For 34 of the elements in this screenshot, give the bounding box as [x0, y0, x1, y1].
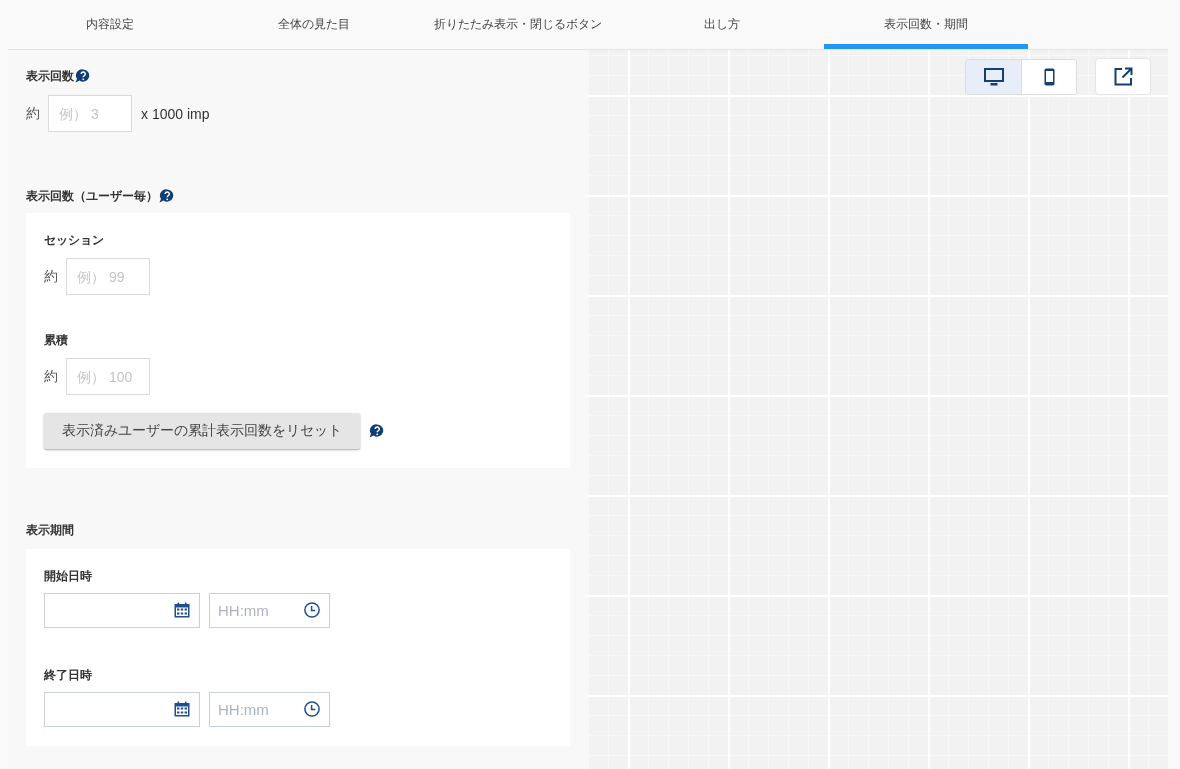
help-icon[interactable]: [159, 189, 174, 203]
help-icon[interactable]: [75, 69, 90, 83]
prefix-label: 約: [26, 104, 40, 123]
help-icon[interactable]: [369, 424, 384, 438]
device-button[interactable]: [966, 60, 1021, 94]
unit-label: x 1000 imp: [141, 105, 210, 122]
field-label: 累積: [44, 332, 69, 348]
tab[interactable]: 全体の見た目: [212, 0, 416, 49]
open-external-button[interactable]: [1096, 59, 1150, 94]
monitor-icon: [983, 68, 1004, 86]
prefix-label: 約: [44, 367, 58, 386]
time-field[interactable]: HH:mm: [209, 593, 330, 628]
field-label: セッション: [44, 232, 105, 248]
tab[interactable]: 折りたたみ表示・閉じるボタン: [416, 0, 620, 49]
date-field[interactable]: [44, 692, 200, 727]
tab[interactable]: 出し方: [620, 0, 824, 49]
number-input[interactable]: 例） 3: [48, 95, 132, 132]
smartphone-icon: [1043, 68, 1055, 86]
field-label: 開始日時: [44, 568, 93, 584]
number-input[interactable]: 例） 99: [66, 258, 150, 295]
prefix-label: 約: [44, 267, 58, 286]
reset-button[interactable]: 表示済みユーザーの累計表示回数をリセット: [44, 413, 360, 449]
number-input[interactable]: 例） 100: [66, 358, 150, 395]
clock-icon[interactable]: [304, 701, 320, 717]
tab[interactable]: 内容設定: [8, 0, 212, 49]
device-button[interactable]: [1021, 60, 1076, 94]
section-title: 表示回数（ユーザー毎）: [26, 187, 158, 205]
section-title: 表示回数: [26, 67, 74, 85]
clock-icon[interactable]: [304, 602, 320, 618]
time-field[interactable]: HH:mm: [209, 692, 330, 727]
date-field[interactable]: [44, 593, 200, 628]
field-label: 終了日時: [44, 667, 93, 683]
section-title: 表示期間: [26, 521, 74, 539]
external-link-icon: [1113, 67, 1133, 86]
